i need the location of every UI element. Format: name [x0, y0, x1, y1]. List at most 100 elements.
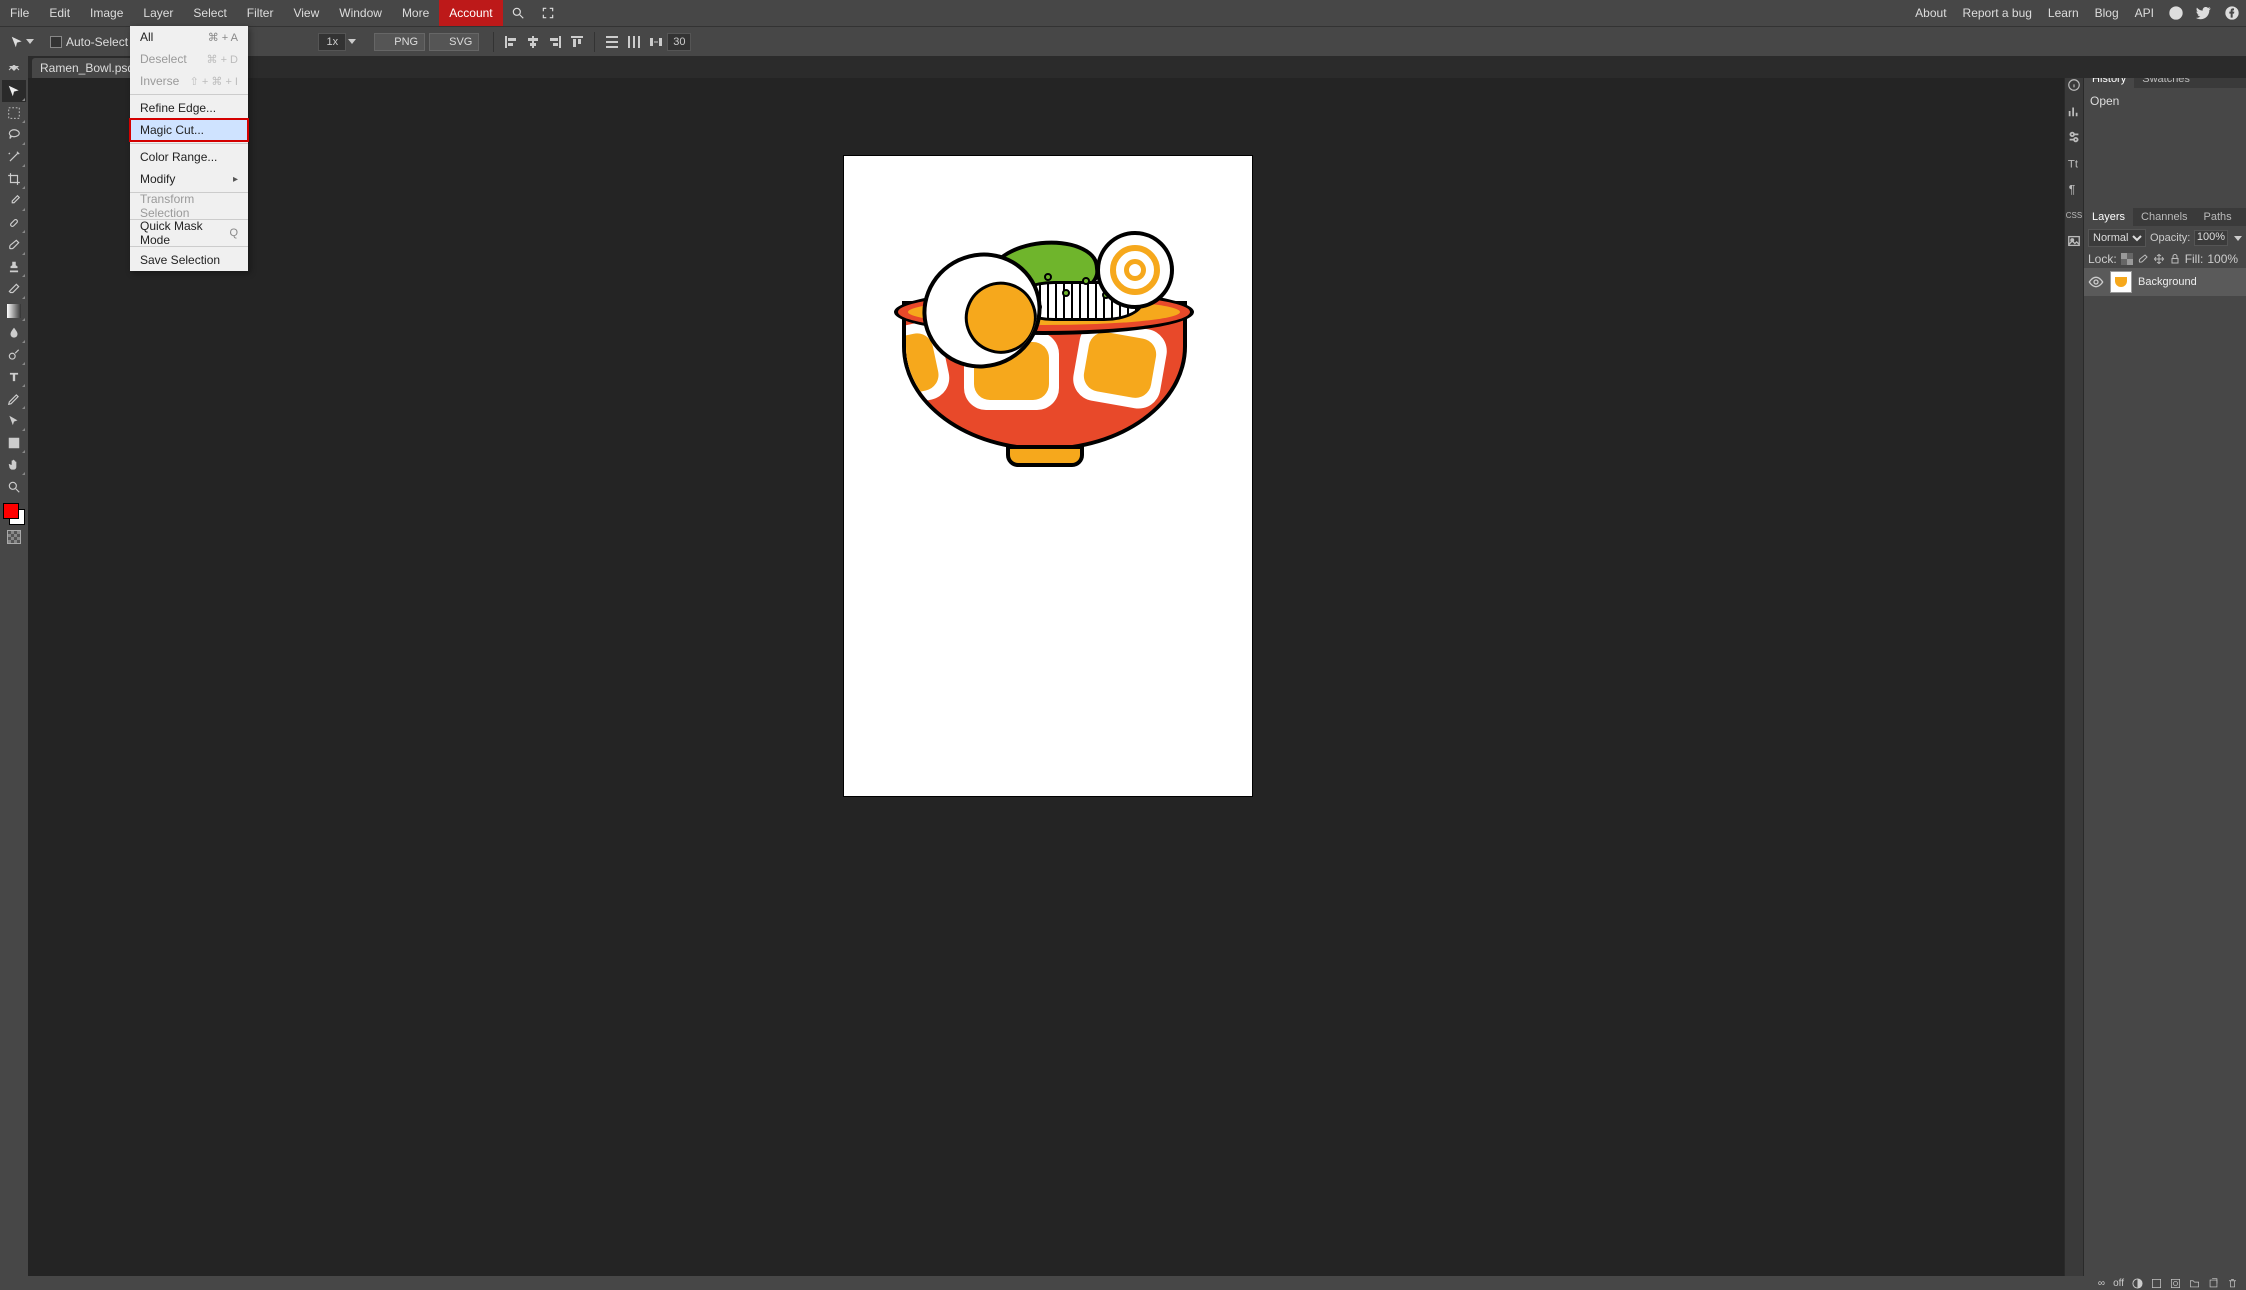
- history-item[interactable]: Open: [2090, 92, 2240, 110]
- align-top-icon[interactable]: [569, 34, 585, 50]
- hand-tool[interactable]: [2, 454, 26, 476]
- expand-tools-icon[interactable]: [2, 58, 26, 80]
- stamp-tool[interactable]: [2, 256, 26, 278]
- menu-modify[interactable]: Modify: [130, 168, 248, 190]
- eraser-tool[interactable]: [2, 278, 26, 300]
- reddit-icon[interactable]: [2166, 3, 2186, 23]
- export-svg-label: SVG: [449, 36, 472, 48]
- image-panel-icon[interactable]: [2065, 230, 2083, 252]
- marquee-tool[interactable]: [2, 102, 26, 124]
- wand-tool[interactable]: [2, 146, 26, 168]
- para-panel-icon[interactable]: ¶: [2065, 178, 2083, 200]
- lasso-tool[interactable]: [2, 124, 26, 146]
- path-select-tool[interactable]: [2, 410, 26, 432]
- menu-select-all-shortcut: ⌘ + A: [208, 31, 238, 44]
- menu-edit[interactable]: Edit: [39, 0, 80, 26]
- crop-tool[interactable]: [2, 168, 26, 190]
- footer-off-label: off: [2113, 1278, 2124, 1289]
- link-about[interactable]: About: [1907, 0, 1954, 26]
- color-swatches[interactable]: [2, 502, 26, 526]
- link-api[interactable]: API: [2127, 0, 2162, 26]
- opacity-field[interactable]: 100%: [2194, 230, 2228, 246]
- facebook-icon[interactable]: [2222, 3, 2242, 23]
- layer-visibility-icon[interactable]: [2088, 274, 2104, 290]
- align-right-icon[interactable]: [547, 34, 563, 50]
- align-left-icon[interactable]: [503, 34, 519, 50]
- twitter-icon[interactable]: [2194, 3, 2214, 23]
- menu-file[interactable]: File: [0, 0, 39, 26]
- options-bar: Auto-Select Trans 1x PNG SVG 30: [0, 26, 2246, 56]
- menu-search-icon[interactable]: [503, 0, 533, 26]
- css-panel-icon[interactable]: CSS: [2065, 204, 2083, 226]
- footer-trash-icon[interactable]: [2227, 1278, 2238, 1289]
- menu-magic-cut[interactable]: Magic Cut...: [130, 119, 248, 141]
- export-svg-button[interactable]: SVG: [429, 33, 479, 51]
- eyedropper-tool[interactable]: [2, 190, 26, 212]
- brush-tool[interactable]: [2, 234, 26, 256]
- menu-fullscreen-icon[interactable]: [533, 0, 563, 26]
- menu-transform-selection: Transform Selection: [130, 195, 248, 217]
- footer-folder-icon[interactable]: [2189, 1278, 2200, 1289]
- tab-channels[interactable]: Channels: [2133, 208, 2195, 226]
- fill-field[interactable]: 100%: [2207, 252, 2238, 266]
- link-learn[interactable]: Learn: [2040, 0, 2087, 26]
- export-png-button[interactable]: PNG: [374, 33, 425, 51]
- footer-mask-icon[interactable]: [2170, 1278, 2181, 1289]
- quickmask-toggle[interactable]: [7, 530, 21, 544]
- export-scale-field[interactable]: 1x: [318, 33, 346, 51]
- footer-contrast-icon[interactable]: [2132, 1278, 2143, 1289]
- layer-row[interactable]: Background: [2084, 268, 2246, 296]
- type-tool[interactable]: [2, 366, 26, 388]
- heal-tool[interactable]: [2, 212, 26, 234]
- menu-select[interactable]: Select: [183, 0, 236, 26]
- menu-image[interactable]: Image: [80, 0, 133, 26]
- gradient-tool[interactable]: [2, 300, 26, 322]
- canvas-area[interactable]: [28, 78, 2068, 1276]
- dodge-tool[interactable]: [2, 344, 26, 366]
- dist-spacing-icon[interactable]: [648, 34, 664, 50]
- menu-select-all[interactable]: All ⌘ + A: [130, 26, 248, 48]
- shape-tool[interactable]: [2, 432, 26, 454]
- lock-label: Lock:: [2088, 252, 2117, 266]
- menu-window[interactable]: Window: [329, 0, 392, 26]
- link-blog[interactable]: Blog: [2087, 0, 2127, 26]
- adjust-panel-icon[interactable]: [2065, 126, 2083, 148]
- zoom-tool[interactable]: [2, 476, 26, 498]
- blur-tool[interactable]: [2, 322, 26, 344]
- menu-refine-edge[interactable]: Refine Edge...: [130, 97, 248, 119]
- menu-bar: File Edit Image Layer Select Filter View…: [0, 0, 2246, 26]
- export-png-label: PNG: [394, 36, 418, 48]
- blend-mode-select[interactable]: Normal: [2088, 229, 2146, 247]
- move-tool[interactable]: [2, 80, 26, 102]
- menu-filter[interactable]: Filter: [237, 0, 284, 26]
- lock-all-icon[interactable]: [2169, 252, 2181, 266]
- svg-text:¶: ¶: [2069, 182, 2076, 196]
- menu-color-range[interactable]: Color Range...: [130, 146, 248, 168]
- footer-link-icon[interactable]: ∞: [2098, 1278, 2105, 1289]
- footer-fx-icon[interactable]: [2151, 1278, 2162, 1289]
- tab-paths[interactable]: Paths: [2196, 208, 2240, 226]
- menu-more[interactable]: More: [392, 0, 439, 26]
- dist-top-icon[interactable]: [604, 34, 620, 50]
- tab-layers[interactable]: Layers: [2084, 208, 2133, 226]
- dist-center-icon[interactable]: [626, 34, 642, 50]
- char-panel-icon[interactable]: Tt: [2065, 152, 2083, 174]
- menu-save-selection[interactable]: Save Selection: [130, 249, 248, 271]
- menu-layer[interactable]: Layer: [133, 0, 183, 26]
- layer-name[interactable]: Background: [2138, 276, 2197, 288]
- pen-tool[interactable]: [2, 388, 26, 410]
- lock-position-icon[interactable]: [2153, 252, 2165, 266]
- auto-select-checkbox[interactable]: [50, 36, 62, 48]
- footer-newlayer-icon[interactable]: [2208, 1278, 2219, 1289]
- histogram-panel-icon[interactable]: [2065, 100, 2083, 122]
- lock-transparent-icon[interactable]: [2121, 252, 2133, 266]
- menu-account[interactable]: Account: [439, 0, 502, 26]
- menu-view[interactable]: View: [283, 0, 329, 26]
- dist-gap-field[interactable]: 30: [667, 33, 691, 51]
- layers-panel: Normal Opacity: 100% Lock: Fill: 100% Ba…: [2084, 226, 2246, 296]
- lock-pixels-icon[interactable]: [2137, 252, 2149, 266]
- align-center-h-icon[interactable]: [525, 34, 541, 50]
- menu-quick-mask[interactable]: Quick Mask ModeQ: [130, 222, 248, 244]
- link-report[interactable]: Report a bug: [1955, 0, 2040, 26]
- svg-text:Tt: Tt: [2068, 158, 2079, 170]
